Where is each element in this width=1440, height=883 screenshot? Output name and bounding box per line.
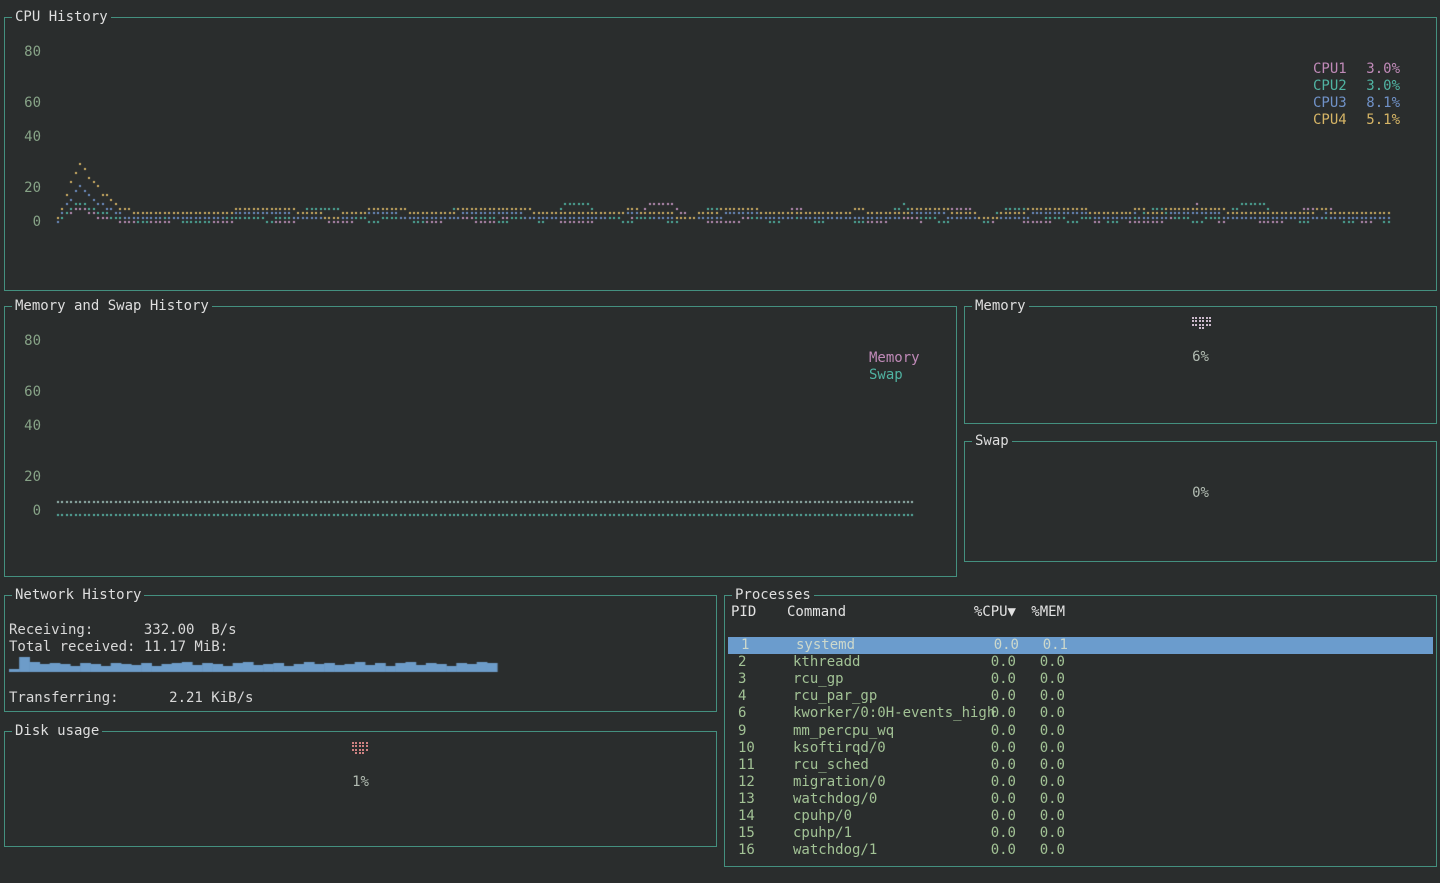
process-command: rcu_gp — [793, 671, 844, 688]
cpu1-legend-value: 3.0% — [1366, 60, 1400, 78]
process-mem: 0.0 — [989, 654, 1065, 671]
memory-panel-title: Memory — [972, 297, 1029, 315]
table-row[interactable]: 2kthreadd0.00.0 — [725, 654, 1436, 671]
processes-panel: Processes PID Command %CPU▼ %MEM 1system… — [724, 595, 1437, 867]
process-command: cpuhp/1 — [793, 825, 852, 842]
process-pid: 15 — [738, 825, 755, 842]
table-row[interactable]: 9mm_percpu_wq0.00.0 — [725, 723, 1436, 740]
process-mem: 0.0 — [989, 808, 1065, 825]
table-row[interactable]: 10ksoftirqd/00.00.0 — [725, 740, 1436, 757]
process-mem: 0.0 — [989, 842, 1065, 859]
process-pid: 1 — [741, 637, 749, 654]
table-row[interactable]: 11rcu_sched0.00.0 — [725, 757, 1436, 774]
swap-panel: Swap 0% — [964, 441, 1437, 562]
swap-percent: 0% — [965, 484, 1436, 502]
cpu4-legend-value: 5.1% — [1366, 111, 1400, 129]
cpu-history-panel: CPU History 80 60 40 20 0 CPU1 3.0% CPU2… — [4, 17, 1437, 291]
process-pid: 2 — [738, 654, 746, 671]
process-mem: 0.0 — [989, 740, 1065, 757]
column-header-pid[interactable]: PID — [731, 604, 756, 621]
process-pid: 10 — [738, 740, 755, 757]
swap-panel-title: Swap — [972, 432, 1012, 450]
process-command: rcu_par_gp — [793, 688, 877, 705]
memory-panel: Memory 6% — [964, 306, 1437, 424]
process-pid: 13 — [738, 791, 755, 808]
cpu2-legend-value: 3.0% — [1366, 77, 1400, 95]
process-command: cpuhp/0 — [793, 808, 852, 825]
table-row[interactable]: 15cpuhp/10.00.0 — [725, 825, 1436, 842]
memory-legend-label: Memory — [869, 349, 920, 367]
cpu-history-chart — [5, 18, 1436, 290]
process-command: systemd — [796, 637, 855, 654]
process-pid: 16 — [738, 842, 755, 859]
process-command: rcu_sched — [793, 757, 869, 774]
process-pid: 4 — [738, 688, 746, 705]
memory-percent: 6% — [965, 348, 1436, 366]
process-mem: 0.0 — [989, 825, 1065, 842]
system-monitor-screen: CPU History 80 60 40 20 0 CPU1 3.0% CPU2… — [0, 0, 1440, 883]
network-history-panel: Network History Receiving: 332.00 B/s To… — [4, 595, 717, 712]
process-pid: 14 — [738, 808, 755, 825]
table-row[interactable]: 13watchdog/00.00.0 — [725, 791, 1436, 808]
table-row[interactable]: 14cpuhp/00.00.0 — [725, 808, 1436, 825]
network-transferring-text: Transferring: 2.21 KiB/s — [9, 689, 253, 707]
cpu1-legend-label: CPU1 — [1313, 60, 1347, 78]
table-row-selected[interactable]: 1systemd0.00.1 — [728, 637, 1433, 654]
process-command: mm_percpu_wq — [793, 723, 894, 740]
process-mem: 0.0 — [989, 723, 1065, 740]
memory-swap-history-panel: Memory and Swap History 80 60 40 20 0 Me… — [4, 306, 957, 577]
process-pid: 3 — [738, 671, 746, 688]
process-command: watchdog/1 — [793, 842, 877, 859]
table-row[interactable]: 12migration/00.00.0 — [725, 774, 1436, 791]
cpu4-legend-label: CPU4 — [1313, 111, 1347, 129]
process-pid: 6 — [738, 705, 746, 722]
table-row[interactable]: 16watchdog/10.00.0 — [725, 842, 1436, 859]
process-mem: 0.0 — [989, 705, 1065, 722]
process-command: kthreadd — [793, 654, 860, 671]
table-row[interactable]: 3rcu_gp0.00.0 — [725, 671, 1436, 688]
process-table-header: PID Command %CPU▼ %MEM — [725, 604, 1436, 621]
cpu3-legend-value: 8.1% — [1366, 94, 1400, 112]
disk-usage-percent: 1% — [5, 773, 716, 791]
disk-usage-panel: Disk usage 1% — [4, 731, 717, 847]
column-header-mem[interactable]: %MEM — [989, 604, 1065, 621]
process-pid: 9 — [738, 723, 746, 740]
process-mem: 0.0 — [989, 671, 1065, 688]
processes-title: Processes — [732, 586, 814, 604]
swap-legend-label: Swap — [869, 366, 903, 384]
cpu2-legend-label: CPU2 — [1313, 77, 1347, 95]
table-row[interactable]: 6kworker/0:0H-events_high0.00.0 — [725, 705, 1436, 722]
cpu3-legend-label: CPU3 — [1313, 94, 1347, 112]
process-mem: 0.0 — [989, 791, 1065, 808]
process-command: migration/0 — [793, 774, 886, 791]
column-header-command[interactable]: Command — [787, 604, 846, 621]
process-mem: 0.0 — [989, 688, 1065, 705]
table-row[interactable]: 4rcu_par_gp0.00.0 — [725, 688, 1436, 705]
disk-usage-title: Disk usage — [12, 722, 102, 740]
process-mem: 0.1 — [992, 637, 1068, 654]
process-command: watchdog/0 — [793, 791, 877, 808]
process-pid: 11 — [738, 757, 755, 774]
process-pid: 12 — [738, 774, 755, 791]
process-command: ksoftirqd/0 — [793, 740, 886, 757]
memory-swap-history-chart — [5, 307, 956, 576]
process-mem: 0.0 — [989, 757, 1065, 774]
process-mem: 0.0 — [989, 774, 1065, 791]
